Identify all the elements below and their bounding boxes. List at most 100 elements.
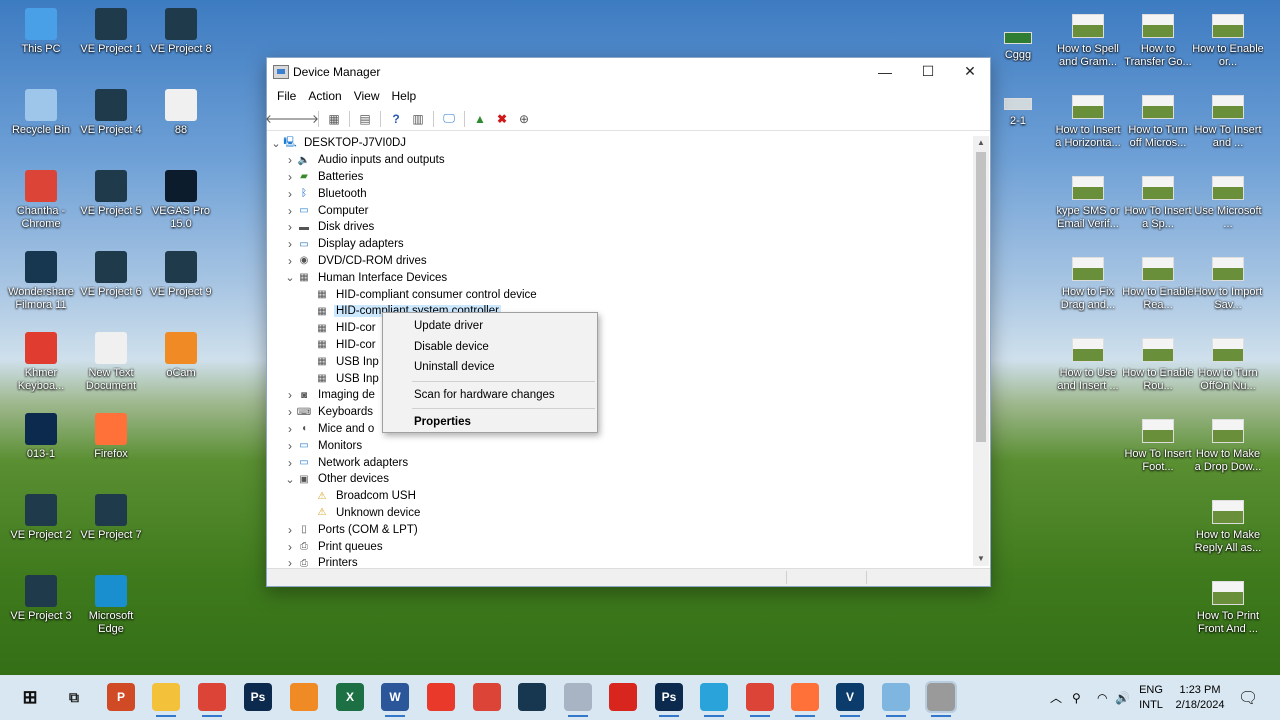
tree-item[interactable]: ⌄ ▦ Human Interface Devices	[269, 269, 990, 286]
desktop-icon[interactable]: Khmer Keyboa...	[5, 328, 77, 404]
expand-chevron-icon[interactable]: ›	[283, 405, 297, 419]
chrome-icon[interactable]	[473, 683, 501, 711]
tree-item[interactable]: › ▭ Network adapters	[269, 454, 990, 471]
scan-hardware-icon[interactable]: 🖵	[439, 110, 459, 128]
tree-item[interactable]: › ▰ Batteries	[269, 169, 990, 186]
desktop-icon[interactable]: How To Insert and ...	[1192, 85, 1264, 161]
photoshop-icon[interactable]: Ps	[655, 683, 683, 717]
desktop-icon[interactable]: How to Enable Rou...	[1122, 328, 1194, 404]
desktop-icon[interactable]: 013-1	[5, 409, 77, 485]
device-tree[interactable]: ⌄ 🖳 DESKTOP-J7VI0DJ › 🔈 Audio inputs and outp…	[269, 135, 990, 568]
expand-chevron-icon[interactable]: ›	[283, 220, 297, 234]
meet-now-icon[interactable]: ⚲	[1072, 675, 1081, 720]
volume-icon[interactable]: 🔊	[1115, 675, 1130, 720]
tree-item[interactable]: › ▭ Display adapters	[269, 236, 990, 253]
help-icon[interactable]: ?	[386, 110, 406, 128]
start-windows-icon[interactable]: ⊞	[16, 683, 44, 711]
menu-item-scan-for-hardware-changes[interactable]: Scan for hardware changes	[383, 385, 597, 406]
desktop-icon[interactable]: Use Microsoft ...	[1192, 166, 1264, 242]
menu-help[interactable]: Help	[386, 89, 423, 103]
desktop-icon[interactable]: This PC	[5, 4, 77, 80]
paint-icon[interactable]	[564, 683, 592, 717]
desktop-icon[interactable]: 2-1	[1003, 86, 1033, 162]
desktop-icon[interactable]: How To Print Front And ...	[1192, 571, 1264, 647]
tree-item[interactable]: › ᛒ Bluetooth	[269, 185, 990, 202]
filmora-icon[interactable]	[518, 683, 546, 711]
tree-item[interactable]: ▦ USB Inp	[269, 353, 990, 370]
task-view-icon[interactable]: ⧉	[60, 683, 88, 711]
desktop-icon[interactable]: How to Make a Drop Dow...	[1192, 409, 1264, 485]
desktop-icon[interactable]: Firefox	[75, 409, 147, 485]
wifi-icon[interactable]: ◠	[1097, 675, 1107, 720]
device-manager-icon[interactable]	[925, 681, 957, 717]
expand-chevron-icon[interactable]: ›	[283, 456, 297, 470]
desktop-icon[interactable]: How to Enable or...	[1192, 4, 1264, 80]
tree-root[interactable]: ⌄ 🖳 DESKTOP-J7VI0DJ	[269, 135, 990, 152]
ocam-icon[interactable]	[290, 683, 318, 711]
desktop-icon[interactable]: VE Project 6	[75, 247, 147, 323]
desktop-icon[interactable]: VE Project 8	[145, 4, 217, 80]
desktop-icon[interactable]: Wondershare Filmora 11	[5, 247, 77, 323]
tree-item[interactable]: › 🔈 Audio inputs and outputs	[269, 152, 990, 169]
expand-chevron-icon[interactable]: ›	[283, 170, 297, 184]
desktop-icon[interactable]: VEGAS Pro 15.0	[145, 166, 217, 242]
desktop-icon[interactable]: How to Use and Insert ...	[1052, 328, 1124, 404]
disable-device-icon[interactable]: ⊕	[514, 110, 534, 128]
desktop-icon[interactable]: VE Project 7	[75, 490, 147, 566]
expand-chevron-icon[interactable]: ›	[283, 204, 297, 218]
scroll-down-icon[interactable]: ▼	[973, 552, 989, 566]
desktop-icon[interactable]: VE Project 4	[75, 85, 147, 161]
menu-file[interactable]: File	[271, 89, 302, 103]
telegram-icon[interactable]	[700, 683, 728, 717]
desktop-icon[interactable]: 88	[145, 85, 217, 161]
tree-item[interactable]: › ▭ Computer	[269, 202, 990, 219]
desktop-icon[interactable]: How to Import Sav...	[1192, 247, 1264, 323]
chrome-icon[interactable]	[746, 683, 774, 717]
show-hide-console-tree-icon[interactable]: ▦	[324, 110, 344, 128]
scrollbar-thumb[interactable]	[976, 152, 986, 442]
desktop-icon[interactable]: How to Spell and Gram...	[1052, 4, 1124, 80]
vegas-icon[interactable]: V	[836, 683, 864, 717]
update-driver-icon[interactable]: ▲	[470, 110, 490, 128]
expand-chevron-icon[interactable]: ›	[283, 422, 297, 436]
show-hidden-icons-chevron-icon[interactable]: ︿	[1050, 675, 1062, 720]
device-manager-window[interactable]: Device Manager — ☐ ✕ File Action View He…	[265, 57, 991, 587]
tree-item[interactable]: ⌄ ▣ Other devices	[269, 471, 990, 488]
tree-item[interactable]: › ▭ Monitors	[269, 437, 990, 454]
excel-icon[interactable]: X	[336, 683, 364, 711]
collapse-chevron-icon[interactable]: ⌄	[283, 473, 297, 486]
desktop-icon[interactable]: VE Project 9	[145, 247, 217, 323]
desktop-icon[interactable]: VE Project 1	[75, 4, 147, 80]
expand-chevron-icon[interactable]: ›	[283, 187, 297, 201]
desktop-icon[interactable]: Microsoft Edge	[75, 571, 147, 647]
expand-chevron-icon[interactable]: ›	[283, 254, 297, 268]
tree-item[interactable]: › ▬ Disk drives	[269, 219, 990, 236]
photoshop-icon[interactable]: Ps	[244, 683, 272, 711]
desktop-icon[interactable]: Recycle Bin	[5, 85, 77, 161]
desktop-icon[interactable]: How to Fix Drag and...	[1052, 247, 1124, 323]
collapse-chevron-icon[interactable]: ⌄	[283, 271, 297, 284]
clock[interactable]: 1:23 PM 2/18/2024	[1172, 675, 1228, 720]
collapse-chevron-icon[interactable]: ⌄	[269, 137, 283, 150]
desktop-icon[interactable]: New Text Document	[75, 328, 147, 404]
forward-arrow-icon[interactable]: 🡒	[287, 110, 319, 128]
menu-item-uninstall-device[interactable]: Uninstall device	[383, 357, 597, 378]
desktop-icon[interactable]: How to Turn OffOn Nu...	[1192, 328, 1264, 404]
powerpoint-icon[interactable]: P	[107, 683, 135, 711]
desktop-icon[interactable]: How To Insert Foot...	[1122, 409, 1194, 485]
expand-chevron-icon[interactable]: ›	[283, 540, 297, 554]
firefox-icon[interactable]	[791, 683, 819, 717]
desktop-icon[interactable]: How To Insert a Sp...	[1122, 166, 1194, 242]
tree-item[interactable]: › ◙ Imaging de	[269, 387, 990, 404]
uninstall-device-icon[interactable]: ✖	[492, 110, 512, 128]
anydesk-icon[interactable]	[427, 683, 455, 711]
desktop-icon[interactable]: oCam	[145, 328, 217, 404]
tree-item[interactable]: › ⎙ Print queues	[269, 538, 990, 555]
minimize-button[interactable]: —	[863, 58, 907, 85]
desktop-icon[interactable]: kype SMS or Email Verif...	[1052, 166, 1124, 242]
expand-chevron-icon[interactable]: ›	[283, 439, 297, 453]
tree-item[interactable]: › ◖ Mice and o	[269, 421, 990, 438]
action-pane-icon[interactable]: ▥	[408, 110, 428, 128]
vertical-scrollbar[interactable]: ▲ ▼	[973, 136, 989, 566]
tree-item[interactable]: ▦ HID-compliant consumer control device	[269, 286, 990, 303]
